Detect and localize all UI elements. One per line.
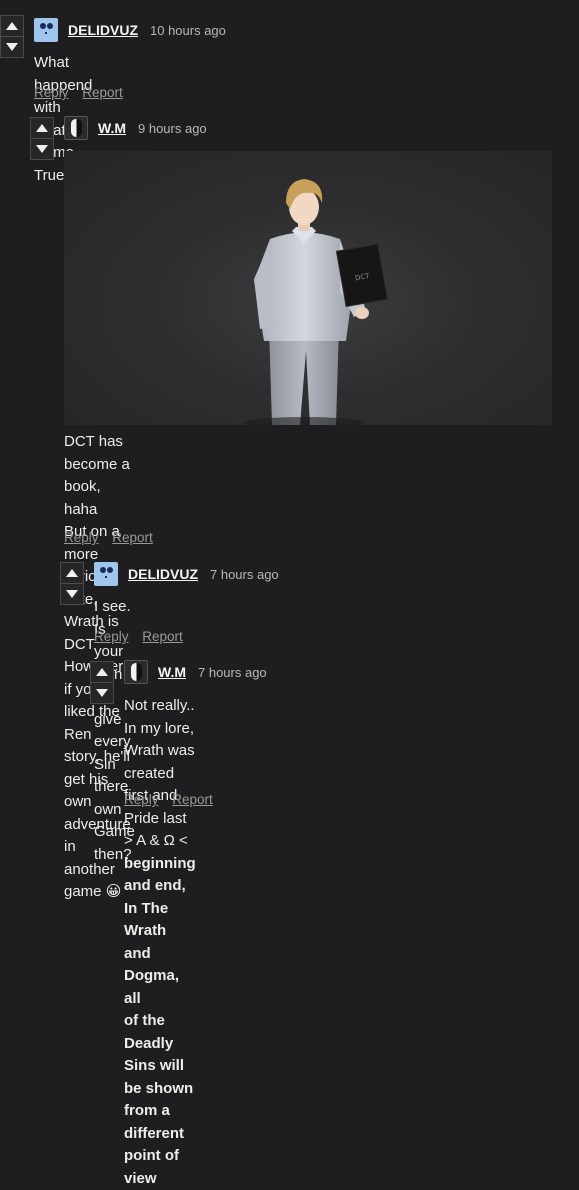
reply-link[interactable]: Reply [124, 792, 159, 807]
username[interactable]: DELIDVUZ [128, 566, 198, 582]
up-arrow-icon [96, 668, 108, 676]
vote-controls [30, 117, 54, 160]
username[interactable]: W.M [98, 120, 126, 136]
avatar[interactable] [34, 18, 58, 42]
reply-link[interactable]: Reply [64, 530, 99, 545]
report-link[interactable]: Report [112, 530, 153, 545]
comment-text: > A & Ω < beginning and end, In The Wrat… [124, 830, 196, 1010]
comment-text: DCT has become a book, haha [64, 431, 131, 521]
comment-body: Not really.. In my lore, Wrath was creat… [124, 695, 196, 1190]
upvote-button[interactable] [1, 16, 23, 36]
comment-text: Not really.. In my lore, Wrath was creat… [124, 695, 196, 830]
comment-actions: Reply Report [94, 629, 193, 644]
username[interactable]: DELIDVUZ [68, 22, 138, 38]
up-arrow-icon [6, 22, 18, 30]
vote-controls [90, 661, 114, 704]
up-arrow-icon [36, 124, 48, 132]
comment-text-plain: > A & Ω < [124, 832, 188, 849]
comment-actions: Reply Report [64, 530, 163, 545]
up-arrow-icon [66, 569, 78, 577]
downvote-button[interactable] [61, 583, 83, 604]
comment-header: DELIDVUZ 10 hours ago [34, 18, 226, 42]
downvote-button[interactable] [31, 138, 53, 159]
timestamp: 7 hours ago [210, 567, 279, 582]
comment-text-bold: view [124, 1168, 196, 1190]
reply-link[interactable]: Reply [34, 85, 69, 100]
avatar[interactable] [94, 562, 118, 586]
downvote-button[interactable] [1, 36, 23, 57]
downvote-button[interactable] [91, 682, 113, 703]
comment-header: W.M 7 hours ago [124, 660, 267, 684]
comment-text-bold: of the Deadly Sins will be shown from a … [124, 1010, 196, 1168]
comment-text-bold: beginning and end, In The Wrath and Dogm… [124, 855, 196, 1007]
username[interactable]: W.M [158, 664, 186, 680]
report-link[interactable]: Report [82, 85, 123, 100]
comment-actions: Reply Report [124, 792, 223, 807]
avatar[interactable] [124, 660, 148, 684]
upvote-button[interactable] [31, 118, 53, 138]
attached-image[interactable]: DCT [64, 151, 552, 425]
vote-controls [60, 562, 84, 605]
comment-header: W.M 9 hours ago [64, 116, 207, 140]
upvote-button[interactable] [91, 662, 113, 682]
report-link[interactable]: Report [142, 629, 183, 644]
report-link[interactable]: Report [172, 792, 213, 807]
down-arrow-icon [6, 43, 18, 51]
avatar[interactable] [64, 116, 88, 140]
comment-header: DELIDVUZ 7 hours ago [94, 562, 279, 586]
timestamp: 10 hours ago [150, 23, 226, 38]
reply-link[interactable]: Reply [94, 629, 129, 644]
vote-controls [0, 15, 24, 58]
down-arrow-icon [66, 590, 78, 598]
timestamp: 9 hours ago [138, 121, 207, 136]
timestamp: 7 hours ago [198, 665, 267, 680]
upvote-button[interactable] [61, 563, 83, 583]
down-arrow-icon [96, 689, 108, 697]
down-arrow-icon [36, 145, 48, 153]
comment-actions: Reply Report [34, 85, 133, 100]
